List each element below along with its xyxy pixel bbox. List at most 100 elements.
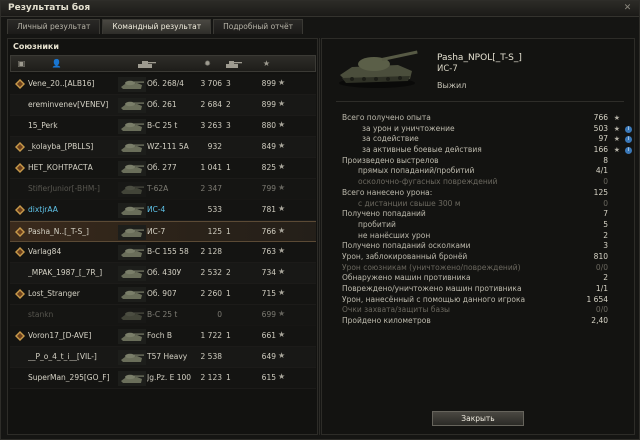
tab-bar: Личный результат Командный результат Под… (7, 19, 305, 34)
tank-icon (118, 203, 146, 218)
separator (336, 101, 624, 102)
table-row[interactable]: __P_o_4_t_i__[VIL-] T57 Heavy 2 538 649 ★ (10, 347, 316, 368)
table-row[interactable]: 15_Perk B-C 25 t3 263 3 880 ★ (10, 116, 316, 137)
xp-value: 615 (261, 373, 276, 382)
table-row[interactable]: Vene_20..[ALB16] Об. 268/4 3 706 3 899 ★ (10, 74, 316, 95)
tank-icon (118, 140, 146, 155)
table-row[interactable]: _MPAK_1987_[_7R_] Об. 430У 2 532 2 734 ★ (10, 263, 316, 284)
close-icon[interactable]: ✕ (622, 3, 633, 14)
kills-value: 1 (226, 163, 231, 172)
tank-icon (118, 77, 146, 92)
kills-value: 3 (226, 121, 231, 130)
damage-value: 533 (207, 205, 222, 214)
stat-row: Пройдено километров 2,40 (342, 316, 632, 327)
star-icon: ★ (278, 162, 286, 171)
star-icon: ★ (278, 183, 286, 192)
medal-icon (15, 100, 25, 110)
xp-column-icon[interactable]: ★ (261, 59, 272, 69)
table-row[interactable]: Varlag84 B-C 155 58 2 128 763 ★ (10, 242, 316, 263)
stat-row: Получено попаданий 7 (342, 209, 632, 220)
damage-value: 2 128 (200, 247, 222, 256)
player-name: __P_o_4_t_i__[VIL-] (28, 352, 97, 361)
team-panel: Союзники ▣ 👤 ✹ ★ Vene_20..[ALB16] Об. 268… (7, 38, 318, 435)
tank-icon (118, 329, 146, 344)
player-status: Выжил (437, 81, 467, 90)
stat-row: Повреждено/уничтожено машин противника 1/… (342, 284, 632, 295)
info-icon[interactable]: i (625, 136, 632, 144)
stat-label: Пройдено километров (342, 316, 431, 326)
panel-divider (319, 38, 320, 435)
star-icon: ★ (613, 146, 620, 155)
tab-team-result[interactable]: Командный результат (102, 19, 212, 34)
player-name: Vene_20..[ALB16] (28, 79, 95, 88)
stat-value: 5 (603, 219, 608, 229)
stat-row: Урон, заблокированный бронёй 810 (342, 252, 632, 263)
stat-value: 97 (598, 134, 608, 144)
battle-results-window: Результаты боя ✕ Личный результат Команд… (0, 0, 640, 440)
stat-label: Всего получено опыта (342, 113, 431, 122)
vehicle-column-icon[interactable] (137, 59, 157, 69)
star-icon: ★ (278, 288, 286, 297)
table-row[interactable]: SuperMan_295[GO_F] Jg.Pz. E 100 2 123 1 615 ★ (10, 368, 316, 389)
stat-label: за содействие (362, 134, 419, 144)
stat-value: 125 (593, 187, 608, 197)
stat-row: Очки захвата/защиты базы 0/0 (342, 305, 632, 316)
xp-value: 849 (261, 142, 276, 151)
stat-label: с дистанции свыше 300 м (358, 198, 461, 208)
stat-row: Всего получено опыта 766 ★ (342, 113, 632, 124)
team-header: Союзники (13, 42, 59, 51)
kills-value: 2 (226, 268, 231, 277)
table-row[interactable]: stankn B-C 25 t 0 699 ★ (10, 305, 316, 326)
kills-column-icon[interactable] (225, 59, 243, 69)
stat-label: Обнаружено машин противника (342, 273, 471, 283)
tab-personal-result[interactable]: Личный результат (7, 19, 101, 34)
table-row[interactable]: StifierJunior[-BHM-] T-62A 2 347 799 ★ (10, 179, 316, 200)
stat-label: пробитий (358, 219, 396, 229)
damage-value: 3 706 (200, 79, 222, 88)
table-row[interactable]: dixtjrAA ИС-4 533 781 ★ (10, 200, 316, 221)
kills-value: 2 (226, 100, 231, 109)
kills-value: 1 (226, 373, 231, 382)
medal-icon (15, 227, 25, 237)
table-row[interactable]: Voron17_[D-AVE] Foch B1 722 1 661 ★ (10, 326, 316, 347)
player-tank-name: ИС-7 (437, 64, 458, 74)
stat-value: 0/0 (595, 305, 608, 315)
damage-value: 2 123 (200, 373, 222, 382)
close-button[interactable]: Закрыть (432, 411, 524, 426)
medal-icon (15, 79, 25, 89)
stat-label: Повреждено/уничтожено машин противника (342, 284, 522, 293)
xp-value: 899 (261, 79, 276, 88)
stat-label: Получено попаданий осколками (342, 241, 471, 251)
table-row[interactable]: НЕТ_КОНТРАСТА Об. 277 1 041 1 825 ★ (10, 158, 316, 179)
xp-value: 899 (261, 100, 276, 109)
player-name: ereminvenev[VENEV] (28, 100, 109, 109)
table-row[interactable]: Lost_Stranger Об. 907 2 260 1 715 ★ (10, 284, 316, 305)
window-title: Результаты боя (8, 3, 91, 13)
player-name: НЕТ_КОНТРАСТА (28, 163, 93, 172)
xp-value: 880 (261, 121, 276, 130)
medal-column-icon[interactable]: ▣ (16, 59, 27, 69)
medal-icon (15, 184, 25, 194)
table-row[interactable]: _kolayba_[PBLLS] WZ-111 5A 932 849 ★ (10, 137, 316, 158)
stat-value: 2 (603, 230, 608, 240)
column-header: ▣ 👤 ✹ ★ (10, 55, 316, 72)
stat-row: за содействие 97 ★ i (342, 134, 632, 145)
damage-value: 2 260 (200, 289, 222, 298)
stats-list: Всего получено опыта 766 ★ за урон и уничто… (342, 113, 632, 327)
stat-label: осколочно-фугасных повреждений (358, 177, 498, 187)
tank-icon (118, 161, 146, 176)
star-icon: ★ (613, 114, 620, 122)
tab-detailed-report[interactable]: Подробный отчёт (213, 19, 303, 34)
info-icon[interactable]: i (625, 125, 632, 133)
info-icon[interactable]: i (625, 147, 632, 155)
player-column-icon[interactable]: 👤 (51, 59, 62, 69)
tank-icon (118, 350, 146, 365)
damage-column-icon[interactable]: ✹ (202, 59, 213, 69)
stat-row: Произведено выстрелов 8 (342, 156, 632, 167)
table-row[interactable]: ereminvenev[VENEV] Об. 261 2 684 2 899 ★ (10, 95, 316, 116)
damage-value: 1 722 (200, 331, 222, 340)
star-icon: ★ (278, 309, 286, 318)
table-row[interactable]: Pasha_N..[_T-S_] ИС-7 125 1 766 ★ (10, 221, 316, 242)
medal-icon (15, 142, 25, 152)
star-icon: ★ (278, 99, 286, 108)
